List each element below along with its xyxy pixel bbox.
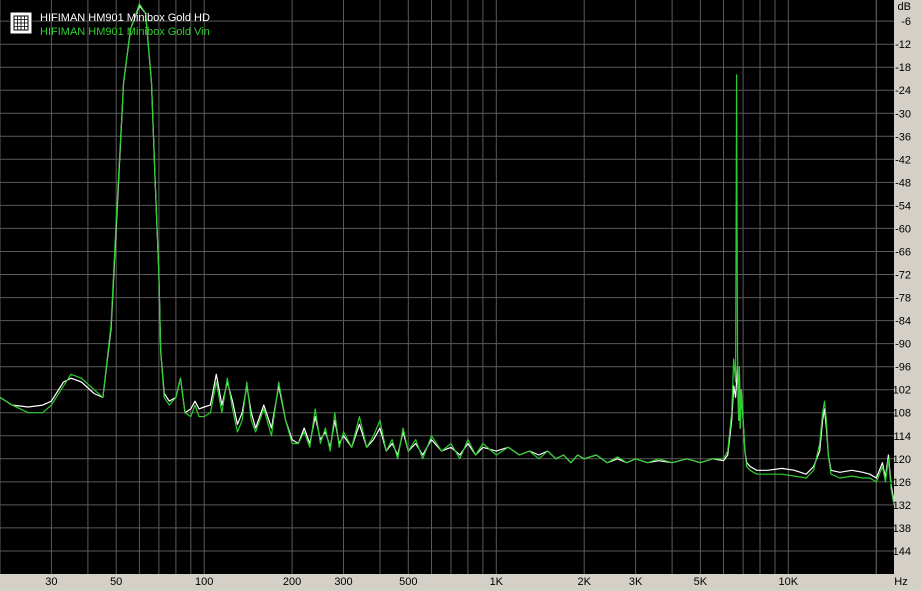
y-tick-label: -90 — [895, 339, 911, 351]
y-tick-label: -36 — [895, 131, 911, 143]
y-tick-label: -30 — [895, 108, 911, 120]
y-tick-label: -48 — [895, 177, 911, 189]
y-tick-label: -24 — [895, 85, 911, 97]
x-tick-label: 10K — [779, 576, 799, 588]
y-tick-label: -144 — [889, 546, 911, 558]
y-tick-label: -42 — [895, 154, 911, 166]
x-tick-label: 200 — [283, 576, 301, 588]
y-tick-label: -108 — [889, 408, 911, 420]
x-tick-label: 2K — [577, 576, 591, 588]
y-tick-label: -60 — [895, 223, 911, 235]
y-tick-label: -72 — [895, 270, 911, 282]
y-tick-label: -114 — [890, 431, 911, 443]
y-tick-label: -6 — [901, 16, 911, 28]
x-tick-label: 3K — [629, 576, 643, 588]
x-tick-labels: 30 50 100 200 300 500 1K 2K 3K 5K 10K — [45, 576, 798, 588]
y-tick-label: -54 — [895, 200, 911, 212]
x-tick-label: 500 — [399, 576, 417, 588]
y-tick-label: -120 — [889, 454, 911, 466]
y-tick-label: -66 — [895, 247, 911, 259]
grid-icon — [9, 11, 33, 35]
spectrum-chart: -6 -12 -18 -24 -30 -36 -42 -48 -54 -60 -66 -72 -78 -8… — [0, 0, 911, 588]
y-axis-unit-label: dB — [898, 1, 911, 13]
x-tick-label: 30 — [45, 576, 57, 588]
y-tick-label: -132 — [889, 500, 911, 512]
y-tick-label: -84 — [895, 316, 911, 328]
y-tick-label: -12 — [895, 39, 911, 51]
y-tick-label: -96 — [895, 362, 911, 374]
x-tick-label: 300 — [334, 576, 352, 588]
y-tick-label: -18 — [895, 62, 911, 74]
x-tick-label: 100 — [195, 576, 213, 588]
legend-entry-vin: HIFIMAN HM901 Minibox Gold Vin — [40, 26, 210, 38]
x-tick-label: 5K — [694, 576, 708, 588]
legend-entry-hd: HIFIMAN HM901 Minibox Gold HD — [40, 12, 210, 24]
x-axis-unit-label: Hz — [894, 576, 907, 588]
y-tick-label: -78 — [895, 293, 911, 305]
y-tick-label: -138 — [889, 523, 911, 535]
y-tick-label: -126 — [889, 477, 911, 489]
x-tick-label: 1K — [490, 576, 504, 588]
y-tick-label: -102 — [889, 385, 911, 397]
x-tick-label: 50 — [110, 576, 122, 588]
